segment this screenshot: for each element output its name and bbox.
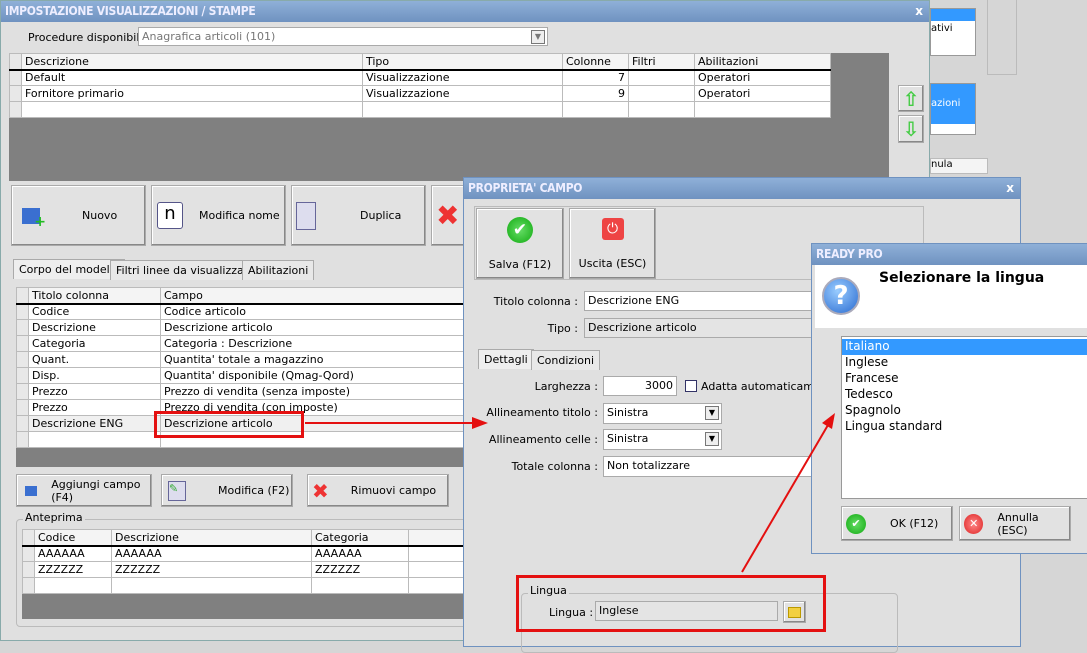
arrow-line-2: [741, 424, 829, 573]
annotation-arrows: [305, 413, 835, 573]
arrow-head-1: [472, 417, 488, 429]
arrow-head-2: [822, 413, 835, 429]
